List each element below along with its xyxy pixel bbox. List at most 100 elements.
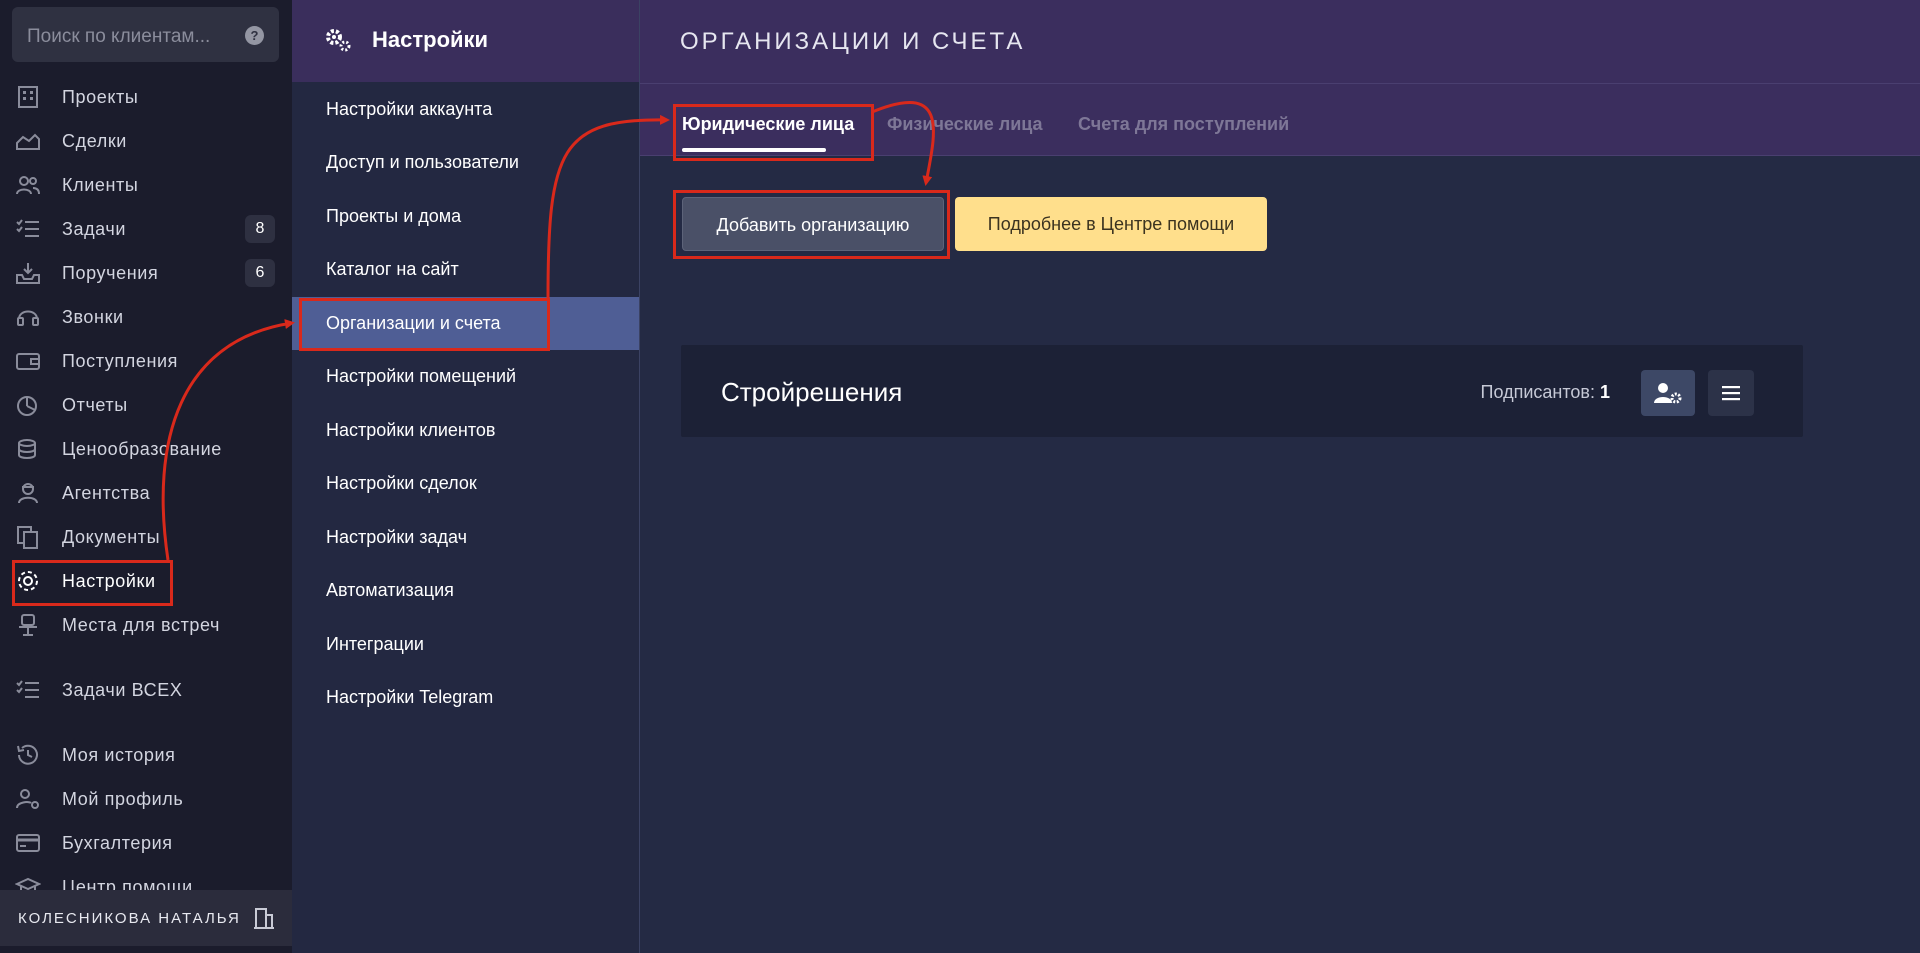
tabs-bar: Юридические лица Физические лица Счета д… [640, 84, 1920, 156]
settings-menu-label: Автоматизация [326, 580, 454, 600]
sidebar-item-label: Поручения [62, 263, 159, 283]
settings-menu-label: Настройки Telegram [326, 687, 494, 707]
sidebar-item-label: Бухгалтерия [62, 833, 173, 853]
sidebar-item-label: Мой профиль [62, 789, 184, 809]
sidebar-item-label: Проекты [62, 87, 139, 107]
settings-menu-access[interactable]: Доступ и пользователи [292, 136, 639, 189]
sidebar-item-reports[interactable]: Отчеты [0, 385, 292, 425]
sidebar-item-tasks[interactable]: Задачи 8 [0, 209, 292, 249]
help-icon[interactable]: ? [245, 26, 264, 45]
sidebar-item-pricing[interactable]: Ценообразование [0, 429, 292, 469]
sidebar-item-receipts[interactable]: Поступления [0, 341, 292, 381]
pie-chart-icon [15, 393, 41, 417]
sidebar-item-label: Задачи ВСЕХ [62, 680, 183, 700]
settings-menu-organizations[interactable]: Организации и счета [292, 297, 639, 350]
settings-menu-label: Настройки аккаунта [326, 99, 493, 119]
sidebar-item-label: Моя история [62, 745, 176, 765]
sidebar-item-all-tasks[interactable]: Задачи ВСЕХ [0, 670, 292, 710]
settings-menu-label: Настройки задач [326, 527, 468, 547]
sidebar-item-label: Документы [62, 527, 161, 547]
settings-menu-telegram[interactable]: Настройки Telegram [292, 671, 639, 724]
hamburger-menu-icon [1722, 386, 1740, 401]
building-switch-icon[interactable] [253, 906, 275, 930]
sidebar-item-projects[interactable]: Проекты [0, 77, 292, 117]
signers-label: Подписантов: [1480, 382, 1595, 402]
active-tab-underline [682, 148, 826, 152]
sidebar-item-accounting[interactable]: Бухгалтерия [0, 823, 292, 863]
left-sidebar: Поиск по клиентам... ? Проекты Сделки Кл… [0, 0, 292, 953]
current-user-bar[interactable]: КОЛЕСНИКОВА НАТАЛЬЯ [0, 890, 292, 946]
assignments-count-badge: 6 [245, 259, 275, 287]
signers-count: Подписантов: 1 [1481, 382, 1610, 403]
sidebar-item-help-center[interactable]: Центр помощи [0, 867, 292, 890]
sidebar-item-label: Клиенты [62, 175, 139, 195]
organization-menu-button[interactable] [1708, 370, 1754, 416]
gears-icon [324, 27, 352, 53]
organization-name: Стройрешения [721, 377, 903, 407]
tab-receipt-accounts[interactable]: Счета для поступлений [1078, 114, 1289, 135]
sidebar-item-label: Агентства [62, 483, 151, 503]
settings-header: Настройки [292, 0, 639, 82]
help-center-button[interactable]: Подробнее в Центре помощи [955, 197, 1267, 251]
sidebar-item-documents[interactable]: Документы [0, 517, 292, 557]
settings-menu-tasks[interactable]: Настройки задач [292, 511, 639, 564]
sidebar-item-meeting-places[interactable]: Места для встреч [0, 605, 292, 645]
settings-menu-integrations[interactable]: Интеграции [292, 618, 639, 671]
sidebar-item-label: Места для встреч [62, 615, 221, 635]
sidebar-item-label: Отчеты [62, 395, 128, 415]
settings-menu-label: Настройки помещений [326, 366, 517, 386]
meeting-place-icon [15, 613, 41, 637]
search-placeholder: Поиск по клиентам... [27, 26, 211, 47]
tab-legal-entities[interactable]: Юридические лица [682, 114, 854, 135]
settings-menu-projects[interactable]: Проекты и дома [292, 190, 639, 243]
deal-icon [15, 129, 41, 153]
users-icon [15, 173, 41, 197]
agent-icon [15, 481, 41, 505]
sidebar-item-label: Задачи [62, 219, 127, 239]
sidebar-item-label: Настройки [62, 571, 156, 591]
settings-menu-label: Проекты и дома [326, 206, 462, 226]
sidebar-item-settings[interactable]: Настройки [0, 561, 292, 601]
organization-card[interactable]: Стройрешения Подписантов: 1 [681, 345, 1803, 437]
tab-individuals[interactable]: Физические лица [887, 114, 1043, 135]
settings-menu-automation[interactable]: Автоматизация [292, 564, 639, 617]
page-title: ОРГАНИЗАЦИИ И СЧЕТА [680, 28, 1026, 55]
tasks-icon [15, 217, 41, 241]
add-organization-button[interactable]: Добавить организацию [682, 197, 944, 251]
search-input[interactable]: Поиск по клиентам... ? [12, 7, 279, 62]
tasks-icon [15, 678, 41, 702]
organization-signers-button[interactable] [1641, 370, 1695, 416]
settings-title: Настройки [372, 27, 489, 52]
sidebar-item-clients[interactable]: Клиенты [0, 165, 292, 205]
inbox-icon [15, 261, 41, 285]
sidebar-item-my-profile[interactable]: Мой профиль [0, 779, 292, 819]
settings-menu-clients[interactable]: Настройки клиентов [292, 404, 639, 457]
settings-menu-label: Интеграции [326, 634, 424, 654]
settings-menu-account[interactable]: Настройки аккаунта [292, 83, 639, 136]
settings-menu-catalog[interactable]: Каталог на сайт [292, 243, 639, 296]
page-header: ОРГАНИЗАЦИИ И СЧЕТА [640, 0, 1920, 84]
settings-menu-label: Доступ и пользователи [326, 152, 519, 172]
sidebar-item-label: Сделки [62, 131, 127, 151]
settings-menu-premises[interactable]: Настройки помещений [292, 350, 639, 403]
sidebar-item-agencies[interactable]: Агентства [0, 473, 292, 513]
tasks-count-badge: 8 [245, 215, 275, 243]
settings-menu-label: Каталог на сайт [326, 259, 459, 279]
settings-menu-deals[interactable]: Настройки сделок [292, 457, 639, 510]
settings-menu-label: Организации и счета [326, 313, 501, 333]
current-user-name: КОЛЕСНИКОВА НАТАЛЬЯ [18, 910, 241, 927]
wallet-icon [15, 349, 41, 373]
sidebar-item-label: Поступления [62, 351, 178, 371]
sidebar-item-calls[interactable]: Звонки [0, 297, 292, 337]
sidebar-item-my-history[interactable]: Моя история [0, 735, 292, 775]
main-content: ОРГАНИЗАЦИИ И СЧЕТА Юридические лица Физ… [639, 0, 1920, 953]
headset-icon [15, 305, 41, 329]
documents-icon [15, 525, 41, 549]
sidebar-item-deals[interactable]: Сделки [0, 121, 292, 161]
graduation-cap-icon [14, 875, 42, 890]
user-gear-icon [15, 787, 41, 811]
sidebar-item-assignments[interactable]: Поручения 6 [0, 253, 292, 293]
card-icon [15, 831, 41, 855]
sidebar-item-label: Центр помощи [62, 877, 193, 890]
sidebar-item-label: Звонки [62, 307, 124, 327]
